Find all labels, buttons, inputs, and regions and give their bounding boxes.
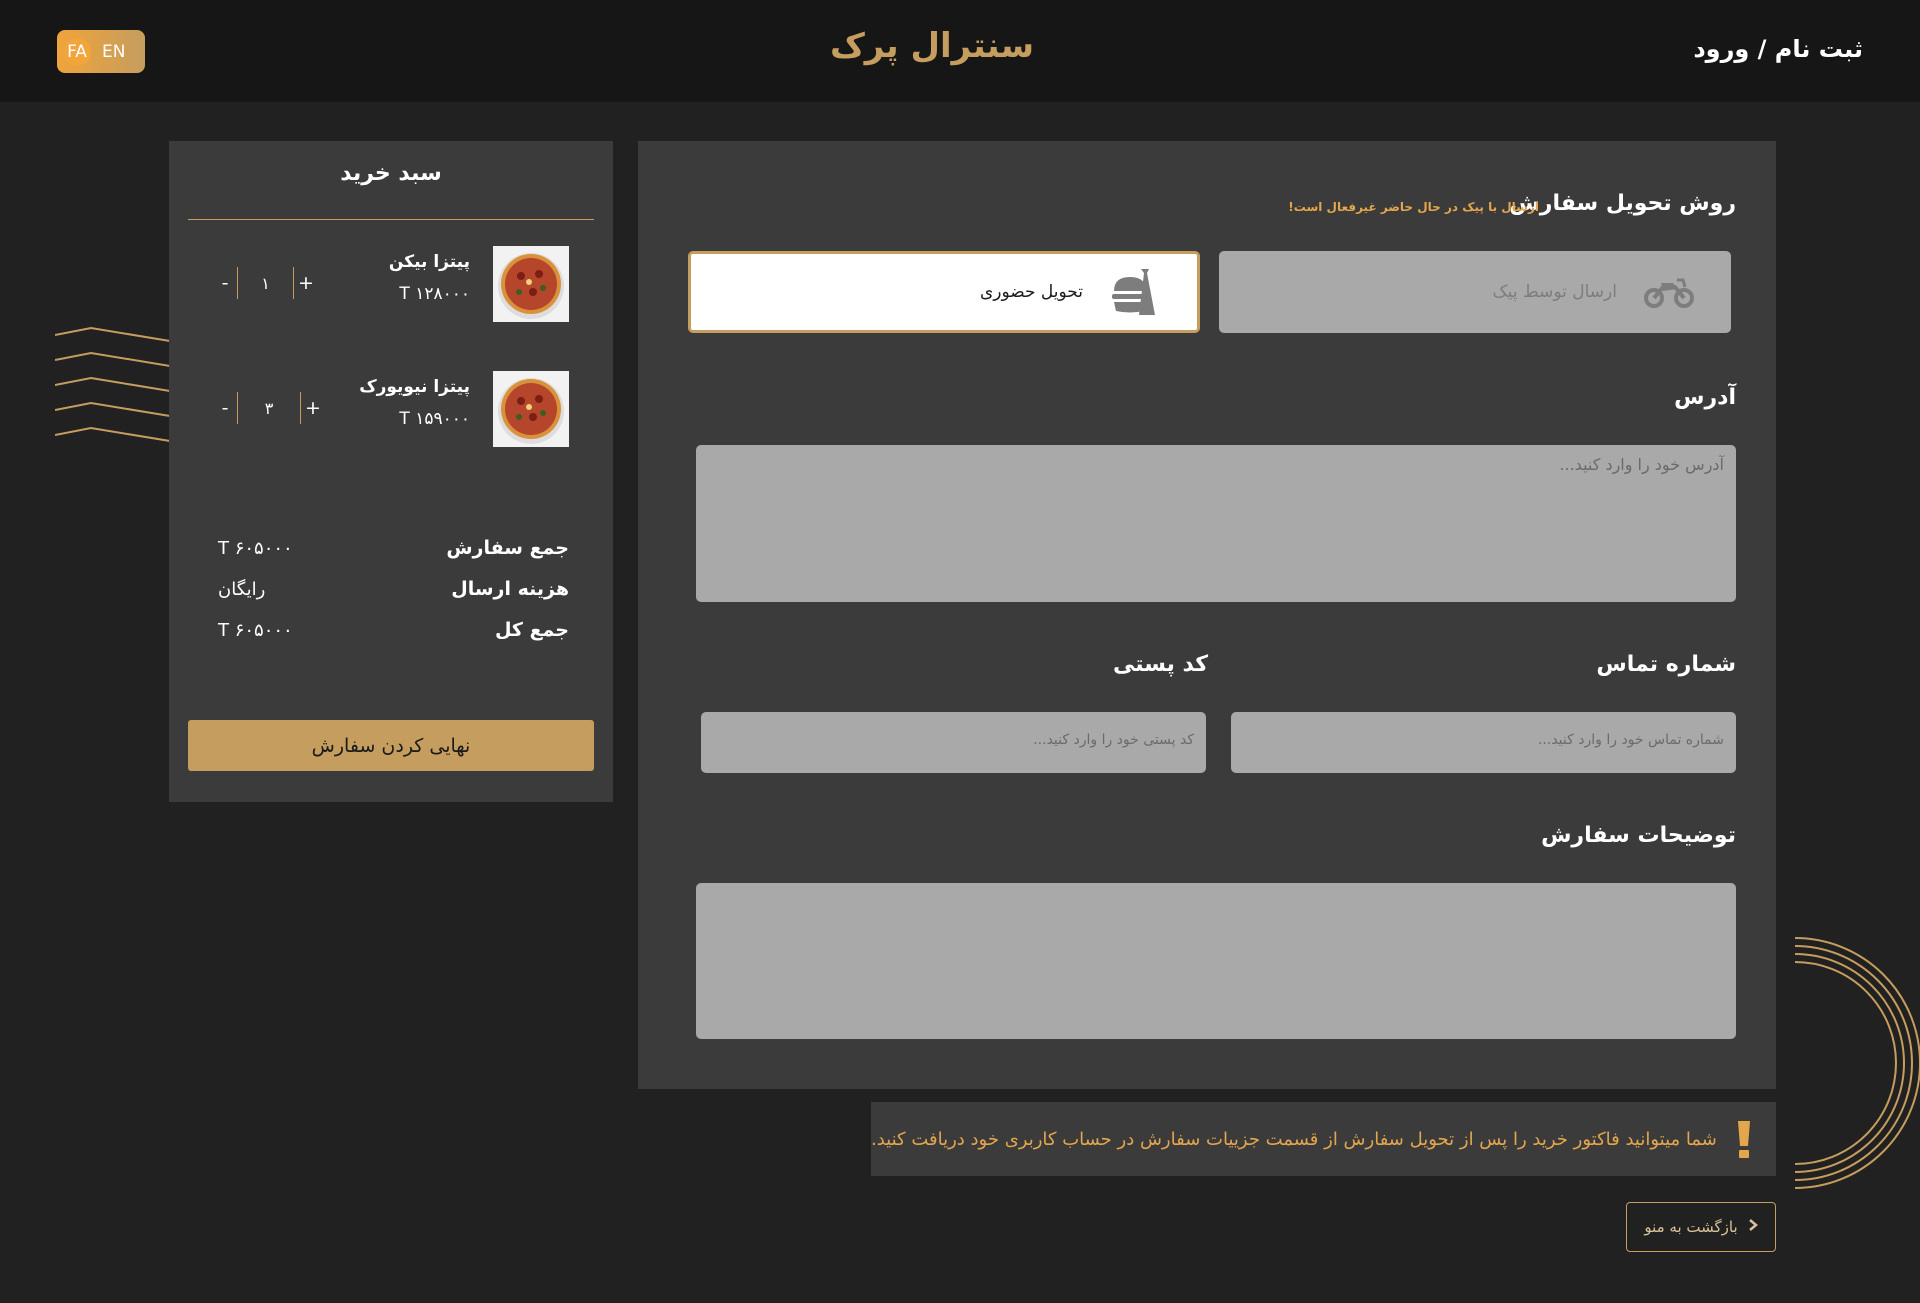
total-value: T ۶۰۵۰۰۰ [218,619,293,641]
decrease-button[interactable]: - [213,392,237,424]
shipping-row: هزینه ارسال رایگان [218,574,569,604]
quantity-stepper: - ۳ + [213,392,325,424]
shipping-value: رایگان [218,578,266,600]
login-register-link[interactable]: ثبت نام / ورود [1693,35,1863,63]
decorative-arcs [1795,937,1920,1189]
pizza-thumbnail [493,371,569,447]
quantity-value: ۳ [237,392,301,424]
postal-code-title: کد پستی [1112,652,1208,677]
cart-item-name: پیتزا نیویورک [359,377,470,397]
pizza-image-icon [498,253,564,319]
quantity-stepper: - ۱ + [213,267,318,299]
delivery-method-title: روش تحویل سفارش [1509,191,1736,216]
quantity-value: ۱ [237,267,294,299]
cart-item-price: T ۱۲۸۰۰۰ [399,284,470,304]
cart-item-name: پیتزا بیکن [388,252,470,272]
top-header: FA EN سنترال پرک ثبت نام / ورود [0,0,1920,102]
increase-button[interactable]: + [294,267,318,299]
pickup-option-label: تحویل حضوری [979,282,1083,302]
address-title: آدرس [1674,385,1736,410]
courier-option-label: ارسال توسط پیک [1492,282,1618,302]
phone-input[interactable]: شماره تماس خود را وارد کنید... [1231,712,1736,773]
subtotal-value: T ۶۰۵۰۰۰ [218,537,293,559]
invoice-notice: شما میتوانید فاکتور خرید را پس از تحویل … [871,1102,1776,1176]
order-notes-title: توضیحات سفارش [1541,823,1736,848]
notice-text: شما میتوانید فاکتور خرید را پس از تحویل … [871,1128,1717,1150]
decorative-zigzag-lines [55,326,170,442]
subtotal-row: جمع سفارش T ۶۰۵۰۰۰ [218,533,569,563]
shipping-label: هزینه ارسال [451,578,569,600]
checkout-form-panel: روش تحویل سفارش ارسال با پیک در حال حاضر… [638,141,1776,1089]
decrease-button[interactable]: - [213,267,237,299]
total-row: جمع کل T ۶۰۵۰۰۰ [218,615,569,645]
cart-item: پیتزا نیویورک T ۱۵۹۰۰۰ - ۳ + [169,371,613,447]
motorcycle-icon [1639,267,1699,317]
finalize-order-button[interactable]: نهایی کردن سفارش [188,720,594,771]
site-brand[interactable]: سنترال پرک [0,26,1864,66]
order-notes-textarea[interactable] [696,883,1736,1039]
cart-item-price: T ۱۵۹۰۰۰ [399,409,470,429]
delivery-option-pickup[interactable]: تحویل حضوری [688,251,1200,333]
cart-divider [188,219,594,220]
back-to-menu-button[interactable]: بازگشت به منو [1626,1202,1776,1252]
phone-title: شماره تماس [1596,652,1736,677]
cart-title: سبد خرید [340,161,442,186]
cart-panel: سبد خرید پیتزا بیکن T ۱۲۸۰۰۰ - ۱ + پیتزا… [169,141,613,802]
address-textarea[interactable]: آدرس خود را وارد کنید... [696,445,1736,602]
total-label: جمع کل [494,619,569,641]
pizza-image-icon [498,378,564,444]
chevron-right-icon [1748,1218,1758,1236]
cart-item: پیتزا بیکن T ۱۲۸۰۰۰ - ۱ + [169,246,613,322]
increase-button[interactable]: + [301,392,325,424]
subtotal-label: جمع سفارش [446,537,569,559]
pizza-thumbnail [493,246,569,322]
takeaway-burger-icon [1105,267,1165,317]
exclamation-icon [1735,1118,1754,1160]
delivery-option-courier[interactable]: ارسال توسط پیک [1219,251,1731,333]
postal-code-input[interactable]: کد پستی خود را وارد کنید... [701,712,1206,773]
back-button-label: بازگشت به منو [1644,1218,1738,1236]
courier-disabled-note: ارسال با پیک در حال حاضر غیرفعال است! [1288,200,1539,214]
